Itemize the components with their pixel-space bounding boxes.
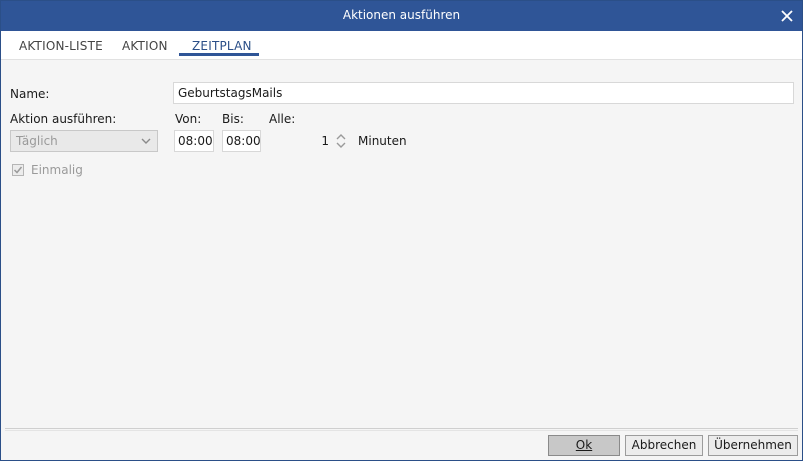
interval-stepper[interactable]: 1 — [267, 130, 353, 152]
to-time-input[interactable]: 08:00 — [222, 130, 261, 152]
to-label: Bis: — [222, 112, 244, 126]
checkmark-icon — [13, 166, 23, 174]
chevron-down-icon — [141, 138, 151, 144]
from-time-input[interactable]: 08:00 — [174, 130, 214, 152]
from-label: Von: — [175, 112, 202, 126]
active-tab-indicator — [179, 53, 259, 56]
every-label: Alle: — [269, 112, 296, 126]
run-frequency-select[interactable]: Täglich — [10, 130, 158, 152]
close-icon — [781, 10, 793, 22]
ok-button[interactable]: Ok — [548, 435, 620, 456]
once-checkbox[interactable] — [12, 164, 24, 176]
name-label: Name: — [10, 87, 50, 101]
apply-button-label: Übernehmen — [714, 438, 792, 452]
stepper-arrows-icon[interactable] — [335, 131, 347, 151]
tab-zeitplan[interactable]: ZEITPLAN — [192, 39, 252, 53]
window-title: Aktionen ausführen — [342, 8, 461, 22]
footer-divider — [5, 428, 798, 429]
tab-aktion[interactable]: AKTION — [122, 39, 168, 53]
tab-bar: AKTION-LISTE AKTION ZEITPLAN — [1, 31, 802, 60]
close-button[interactable] — [778, 7, 796, 25]
ok-button-label: Ok — [575, 438, 593, 452]
interval-value: 1 — [321, 134, 329, 148]
run-frequency-value: Täglich — [16, 134, 58, 148]
cancel-button-label: Abbrechen — [631, 438, 697, 452]
title-bar: Aktionen ausführen — [1, 1, 802, 31]
dialog-window: Aktionen ausführen AKTION-LISTE AKTION Z… — [0, 0, 803, 461]
cancel-button[interactable]: Abbrechen — [625, 435, 703, 456]
run-label: Aktion ausführen: — [10, 112, 117, 126]
apply-button[interactable]: Übernehmen — [708, 435, 798, 456]
footer-divider-shadow — [5, 430, 798, 431]
interval-unit: Minuten — [358, 134, 407, 148]
name-input[interactable]: GeburtstagsMails — [173, 82, 794, 104]
once-label: Einmalig — [31, 163, 83, 177]
tab-aktion-liste[interactable]: AKTION-LISTE — [19, 39, 103, 53]
